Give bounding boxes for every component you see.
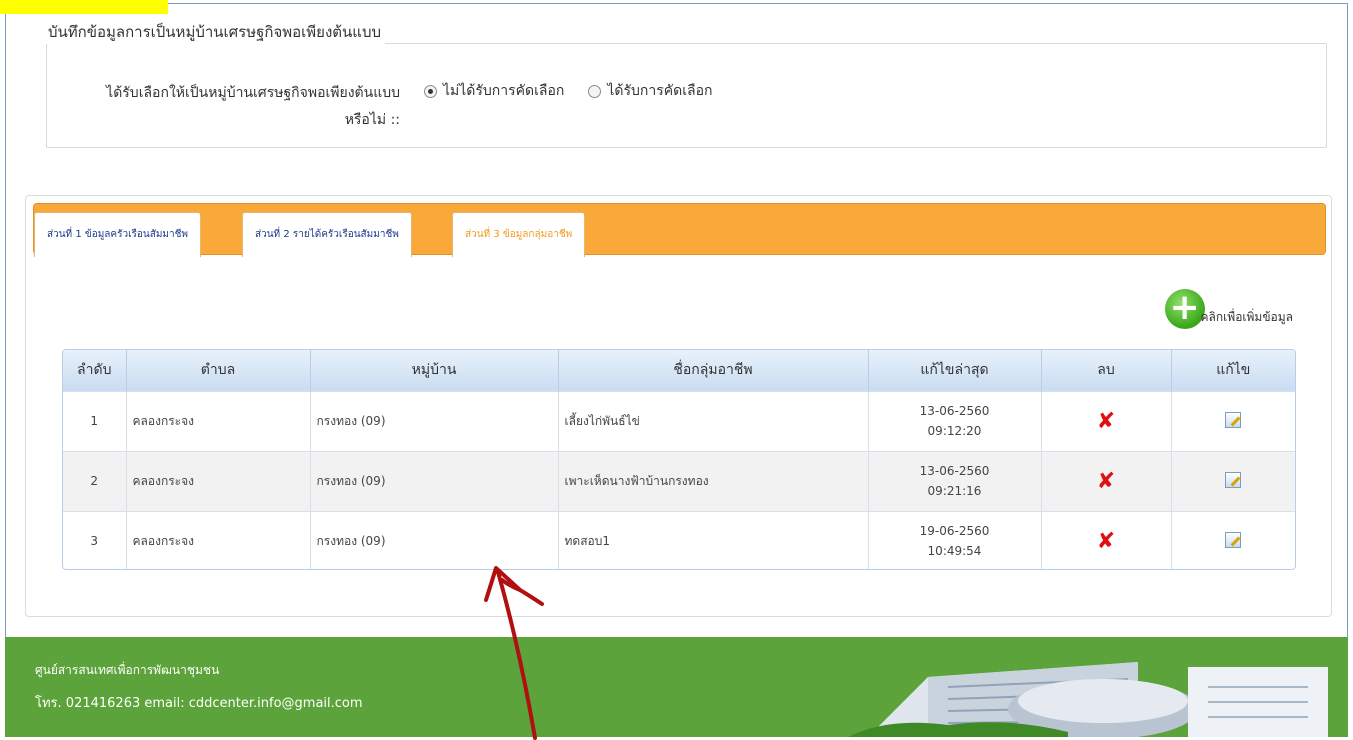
delete-x-icon[interactable]: ✘ [1097,529,1115,554]
radio-not-selected[interactable]: ไม่ได้รับการคัดเลือก [424,80,564,102]
add-data-link[interactable]: + คลิกเพื่อเพิ่มข้อมูล [1164,289,1293,329]
cell-delete: ✘ [1041,510,1172,569]
edit-pencil-icon[interactable] [1225,531,1242,548]
header-delete: ลบ [1041,350,1172,391]
cell-last-modified: 13-06-2560 09:12:20 [868,390,1042,451]
cell-village: กรงทอง (09) [310,390,559,451]
occupation-group-table: ลำดับ ตำบล หมู่บ้าน ชื่อกลุ่มอาชีพ แก้ไข… [62,349,1296,570]
modified-date: 13-06-2560 [919,464,990,478]
modified-time: 09:21:16 [927,484,982,498]
header-group-name: ชื่อกลุ่มอาชีพ [558,350,869,391]
cell-village: กรงทอง (09) [310,450,559,511]
footer-organization: ศูนย์สารสนเทศเพื่อการพัฒนาชุมชน [35,663,220,677]
cell-group-name: เพาะเห็ดนางฟ้าบ้านกรงทอง [558,450,869,511]
header-village: หมู่บ้าน [310,350,559,391]
radio-label: ได้รับการคัดเลือก [607,83,713,99]
highlight-marker [0,0,168,14]
delete-x-icon[interactable]: ✘ [1097,469,1115,494]
site-footer: ศูนย์สารสนเทศเพื่อการพัฒนาชุมชน โทร. 021… [5,637,1348,737]
modified-time: 09:12:20 [927,424,982,438]
cell-order: 3 [63,510,127,569]
modified-date: 19-06-2560 [919,524,990,539]
tab-part-3[interactable]: ส่วนที่ 3 ข้อมูลกลุ่มอาชีพ [452,212,586,257]
tab-part-2[interactable]: ส่วนที่ 2 รายได้ครัวเรือนสัมมาชีพ [242,212,412,257]
cell-edit [1171,390,1295,451]
radio-selected[interactable]: ได้รับการคัดเลือก [588,80,712,102]
modified-date: 13-06-2560 [919,404,990,418]
fieldset-legend: บันทึกข้อมูลการเป็นหมู่บ้านเศรษฐกิจพอเพี… [44,20,385,44]
cell-subdistrict: คลองกระจง [126,390,311,451]
cell-delete: ✘ [1041,390,1172,451]
cell-group-name: ทดสอบ1 [558,510,869,569]
cell-last-modified: 19-06-2560 10:49:54 [868,510,1042,569]
edit-pencil-icon[interactable] [1225,471,1242,488]
edit-pencil-icon[interactable] [1225,411,1242,428]
modified-time: 10:49:54 [927,544,982,559]
cell-group-name: เลี้ยงไก่พันธ์ไข่ [558,390,869,451]
cell-delete: ✘ [1041,450,1172,511]
cell-order: 2 [63,450,127,511]
cell-edit [1171,450,1295,511]
selection-question: ได้รับเลือกให้เป็นหมู่บ้านเศรษฐกิจพอเพีย… [60,80,400,134]
red-arrow-annotation [484,566,544,740]
cell-order: 1 [63,390,127,451]
header-order: ลำดับ [63,350,127,391]
plus-circle-icon[interactable]: + [1164,289,1205,329]
tab-bar: ส่วนที่ 1 ข้อมูลครัวเรือนสัมมาชีพ ส่วนที… [33,203,1326,257]
building-illustration [848,662,1328,737]
radio-dot-unchecked[interactable] [588,84,602,98]
cell-subdistrict: คลองกระจง [126,510,311,569]
table-header-row: ลำดับ ตำบล หมู่บ้าน ชื่อกลุ่มอาชีพ แก้ไข… [63,350,1295,391]
header-last-modified: แก้ไขล่าสุด [868,350,1042,391]
radio-dot-checked[interactable] [424,84,437,98]
delete-x-icon[interactable]: ✘ [1097,409,1115,434]
table-row: 3 คลองกระจง กรงทอง (09) ทดสอบ1 19-06-256… [63,510,1295,569]
tab-part-1[interactable]: ส่วนที่ 1 ข้อมูลครัวเรือนสัมมาชีพ [34,212,202,257]
add-data-label[interactable]: คลิกเพื่อเพิ่มข้อมูล [1201,308,1293,329]
cell-edit [1171,510,1295,569]
selection-radio-group: ไม่ได้รับการคัดเลือก ได้รับการคัดเลือก [424,80,712,102]
cell-last-modified: 13-06-2560 09:21:16 [868,450,1042,511]
question-line-1: ได้รับเลือกให้เป็นหมู่บ้านเศรษฐกิจพอเพีย… [106,85,400,101]
cell-subdistrict: คลองกระจง [126,450,311,511]
header-edit: แก้ไข [1171,350,1295,391]
question-line-2: หรือไม่ :: [344,112,400,128]
footer-contact: โทร. 021416263 email: cddcenter.info@gma… [35,696,363,711]
table-row: 1 คลองกระจง กรงทอง (09) เลี้ยงไก่พันธ์ไข… [63,390,1295,451]
radio-label: ไม่ได้รับการคัดเลือก [443,83,565,99]
table-row: 2 คลองกระจง กรงทอง (09) เพาะเห็ดนางฟ้าบ้… [63,450,1295,511]
header-subdistrict: ตำบล [126,350,311,391]
